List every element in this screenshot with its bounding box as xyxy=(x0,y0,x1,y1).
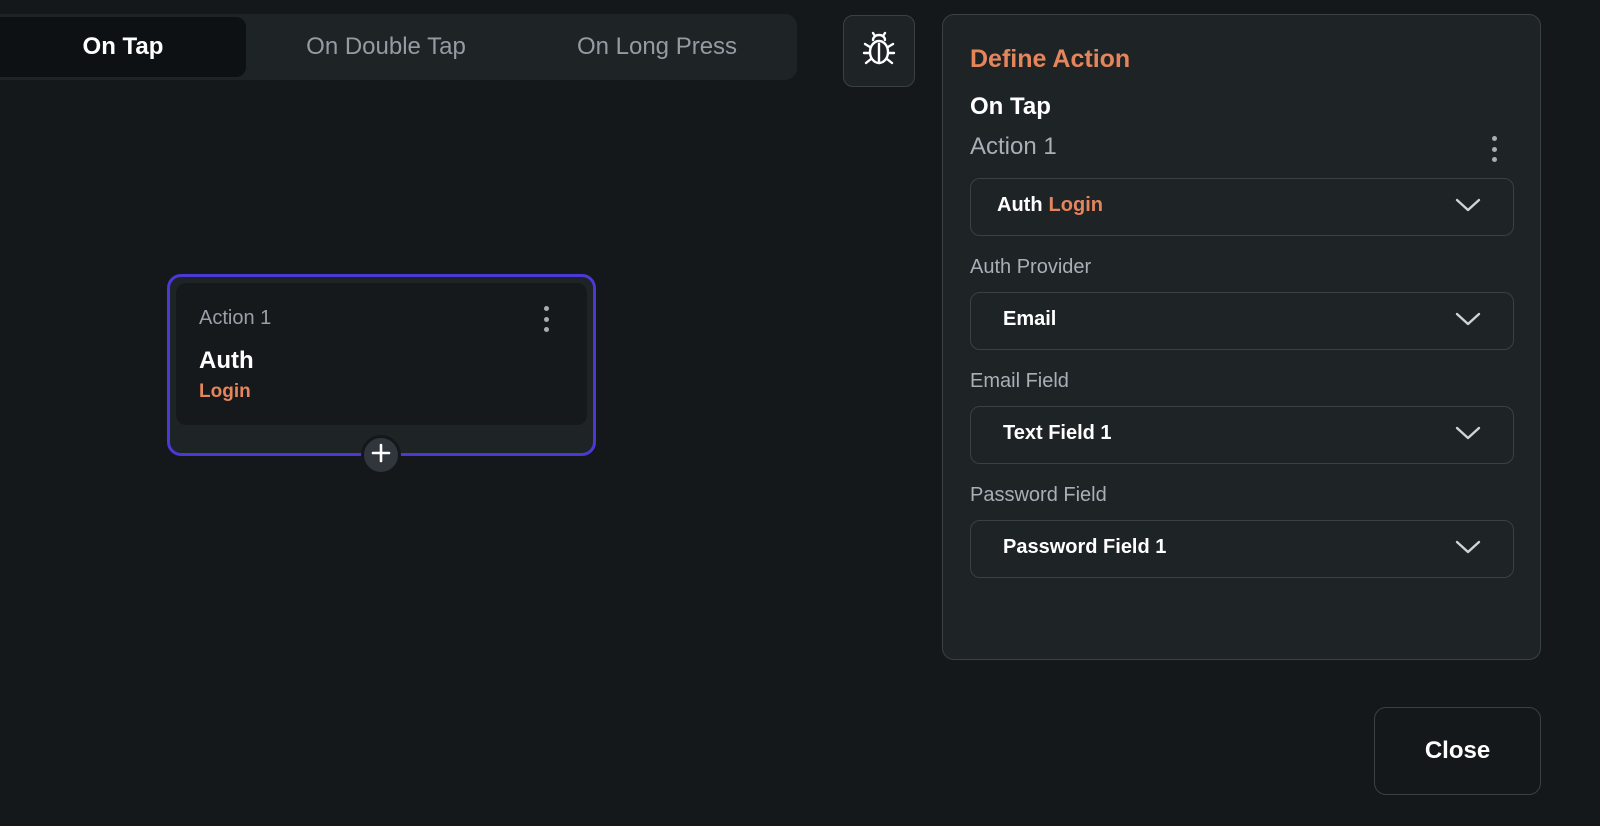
action-category: Auth xyxy=(997,194,1043,216)
auth-provider-label: Auth Provider xyxy=(970,256,1092,278)
password-field-select[interactable]: Password Field 1 xyxy=(970,520,1514,578)
action-node-label: Action 1 xyxy=(199,307,272,329)
action-node[interactable]: Action 1 Auth Login xyxy=(167,274,596,456)
tab-on-tap[interactable]: On Tap xyxy=(0,17,246,77)
tab-on-double-tap[interactable]: On Double Tap xyxy=(246,18,526,76)
auth-provider-select[interactable]: Email xyxy=(970,292,1514,350)
panel-title: Define Action xyxy=(970,45,1131,73)
chevron-down-icon xyxy=(1455,539,1481,560)
action-name: Login xyxy=(1048,194,1103,216)
email-field-value: Text Field 1 xyxy=(1003,422,1112,444)
action-type-value: Auth Login xyxy=(997,194,1103,217)
debug-button[interactable] xyxy=(843,15,915,87)
action-node-type: Auth xyxy=(199,347,254,374)
define-action-panel: Define Action On Tap Action 1 Auth Login … xyxy=(942,14,1541,660)
plus-icon xyxy=(371,443,391,468)
password-field-label: Password Field xyxy=(970,484,1107,506)
email-field-label: Email Field xyxy=(970,370,1069,392)
bug-icon xyxy=(861,30,897,73)
auth-provider-value: Email xyxy=(1003,308,1057,330)
tab-on-long-press[interactable]: On Long Press xyxy=(526,18,788,76)
chevron-down-icon xyxy=(1455,197,1481,218)
action-type-select[interactable]: Auth Login xyxy=(970,178,1514,236)
panel-action-label: Action 1 xyxy=(970,133,1057,160)
panel-trigger: On Tap xyxy=(970,93,1051,120)
more-vertical-icon[interactable] xyxy=(542,306,550,332)
action-node-subtype: Login xyxy=(199,381,251,402)
password-field-value: Password Field 1 xyxy=(1003,536,1167,558)
close-button[interactable]: Close xyxy=(1374,707,1541,795)
add-action-button[interactable] xyxy=(361,435,401,475)
action-node-card: Action 1 Auth Login xyxy=(176,283,587,425)
trigger-tabs: On Tap On Double Tap On Long Press xyxy=(0,14,797,80)
email-field-select[interactable]: Text Field 1 xyxy=(970,406,1514,464)
chevron-down-icon xyxy=(1455,425,1481,446)
action-menu-icon[interactable] xyxy=(1490,136,1498,162)
chevron-down-icon xyxy=(1455,311,1481,332)
